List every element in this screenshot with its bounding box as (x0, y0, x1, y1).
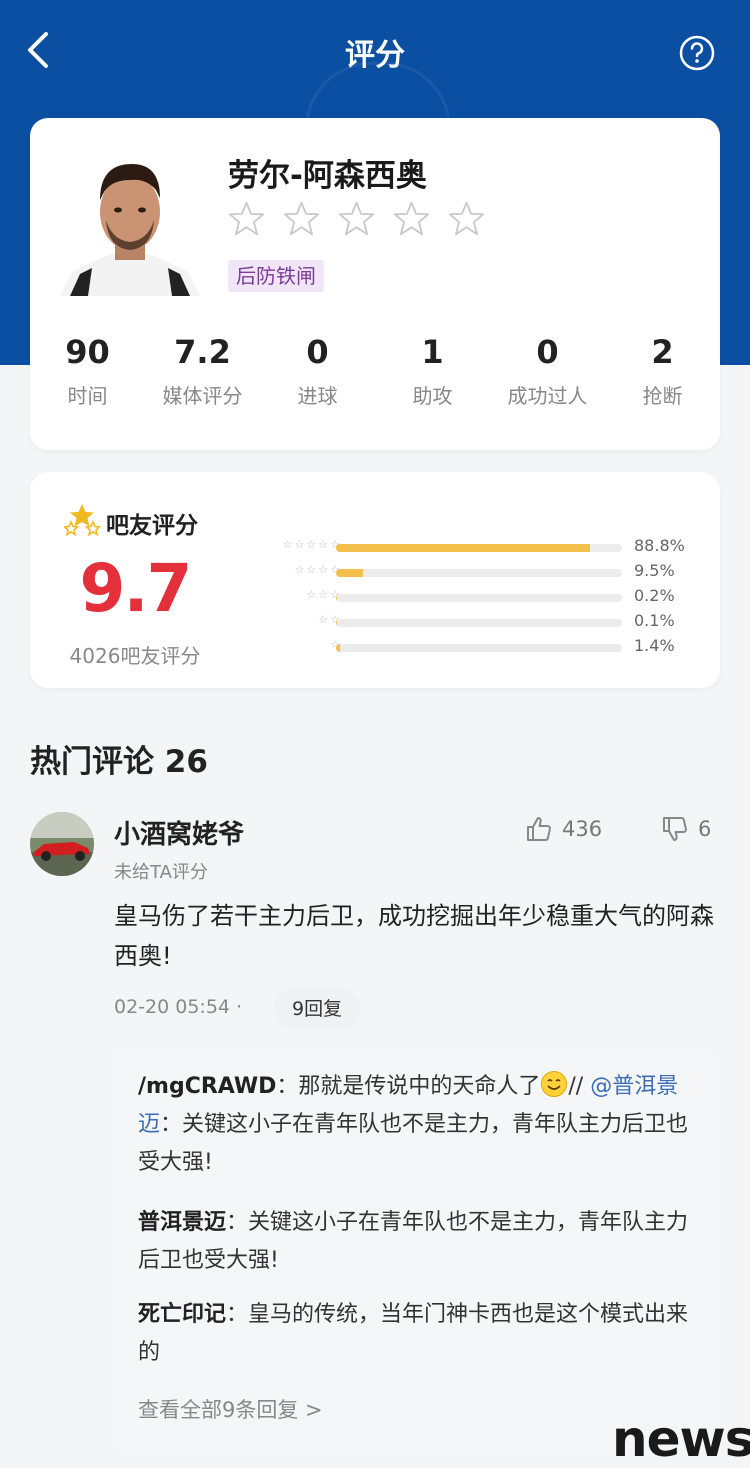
stat-time: 90 时间 (30, 330, 145, 409)
hot-comments-title: 热门评论 26 (30, 744, 208, 780)
rating-percent: 0.1% (634, 611, 675, 630)
rating-bar-fill (336, 644, 340, 652)
like-count: 436 (562, 817, 603, 841)
stat-value: 7.2 (174, 333, 231, 371)
star-icon[interactable] (283, 200, 320, 237)
rating-row-4: ☆☆☆☆ 9.5% (244, 561, 694, 585)
thumbs-down-icon (663, 817, 687, 841)
rating-percent: 88.8% (634, 536, 685, 555)
news-watermark: news (612, 1410, 750, 1468)
star-icon[interactable] (448, 200, 485, 237)
like-button[interactable]: 436 (524, 814, 602, 844)
stat-goals: 0 进球 (260, 330, 375, 409)
stat-label: 抢断 (642, 384, 683, 408)
star-icon[interactable] (393, 200, 430, 237)
thumbs-up-icon (527, 817, 551, 841)
stat-value: 90 (65, 333, 110, 371)
replies-box: /mgCRAWD：那就是传说中的天命人了// @普洱景迈：关键这小子在青年队也不… (114, 1048, 714, 1450)
grinning-face-emoji-icon (541, 1071, 568, 1097)
player-name: 劳尔-阿森西奥 (228, 158, 427, 194)
reply-username[interactable]: 死亡印记 (138, 1302, 226, 1327)
stat-label: 进球 (297, 384, 338, 408)
rating-percent: 9.5% (634, 561, 675, 580)
avatar[interactable] (30, 812, 94, 876)
rating-row-5: ☆☆☆☆☆ 88.8% (244, 536, 694, 560)
stars-badge-icon (64, 504, 100, 537)
comment-time: 02-20 05:54 · (114, 996, 243, 1018)
rating-percent: 0.2% (634, 586, 675, 605)
stat-label: 时间 (67, 384, 108, 408)
stat-value: 0 (306, 333, 329, 371)
rating-bar (336, 619, 622, 627)
rating-bar-fill (336, 569, 364, 577)
stat-media-rating: 7.2 媒体评分 (145, 330, 260, 409)
rating-stars[interactable] (228, 200, 485, 237)
comment-text: 皇马伤了若干主力后卫，成功挖掘出年少稳重大气的阿森西奥! (114, 902, 714, 970)
dislike-count: 6 (698, 817, 712, 841)
reply-item[interactable]: 普洱景迈：关键这小子在青年队也不是主力，青年队主力后卫也受大强! (138, 1204, 692, 1280)
rating-row-2: ☆☆ 0.1% (244, 611, 694, 635)
rating-bar (336, 569, 622, 577)
stat-assists: 1 助攻 (375, 330, 490, 409)
player-avatar (60, 150, 200, 296)
stat-label: 助攻 (412, 384, 453, 408)
reply-item[interactable]: 死亡印记：皇马的传统，当年门神卡西也是这个模式出来的 (138, 1296, 692, 1372)
rating-percent: 1.4% (634, 636, 675, 655)
reply-count-button[interactable]: 9回复 (274, 988, 361, 1030)
player-card: 劳尔-阿森西奥 后防铁闸 90 时间 7.2 媒体评分 0 进球 1 助攻 0 … (30, 118, 720, 450)
player-tag: 后防铁闸 (228, 260, 324, 292)
comment-rating-status: 未给TA评分 (114, 862, 208, 883)
stat-dribbles: 0 成功过人 (490, 330, 605, 409)
player-stats: 90 时间 7.2 媒体评分 0 进球 1 助攻 0 成功过人 2 抢断 (30, 330, 720, 409)
page-title: 评分 (345, 38, 405, 73)
reply-text: ：关键这小子在青年队也不是主力，青年队主力后卫也受大强! (138, 1112, 689, 1175)
reply-username[interactable]: 普洱景迈 (138, 1210, 226, 1235)
stat-tackles: 2 抢断 (605, 330, 720, 409)
rating-bar (336, 544, 622, 552)
star-level: ☆☆☆☆ (294, 563, 342, 576)
fan-rating-score: 9.7 (79, 550, 193, 627)
question-circle-icon (679, 35, 715, 71)
fan-rating-title: 吧友评分 (106, 513, 198, 539)
fan-rating-card: 吧友评分 9.7 4026吧友评分 ☆☆☆☆☆ 88.8% ☆☆☆☆ 9.5% … (30, 472, 720, 688)
stat-label: 成功过人 (507, 384, 588, 408)
star-icon[interactable] (338, 200, 375, 237)
stat-value: 1 (421, 333, 444, 371)
star-level: ☆☆☆☆☆ (282, 538, 342, 551)
reply-text: ：那就是传说中的天命人了 (276, 1074, 541, 1099)
rating-bar-fill (336, 544, 590, 552)
stat-value: 0 (536, 333, 559, 371)
rating-row-1: ☆ 1.4% (244, 636, 694, 660)
star-icon[interactable] (228, 200, 265, 237)
reply-username[interactable]: /mgCRAWD (138, 1074, 276, 1099)
dislike-button[interactable]: 6 (660, 814, 711, 844)
reply-item[interactable]: /mgCRAWD：那就是传说中的天命人了// @普洱景迈：关键这小子在青年队也不… (138, 1068, 692, 1182)
fan-rating-count: 4026吧友评分 (69, 644, 201, 668)
rating-row-3: ☆☆☆ 0.2% (244, 586, 694, 610)
rating-bar (336, 644, 622, 652)
help-button[interactable] (677, 33, 717, 73)
stat-value: 2 (651, 333, 674, 371)
stat-label: 媒体评分 (162, 384, 243, 408)
view-all-replies-link[interactable]: 查看全部9条回复 > (138, 1394, 323, 1424)
reply-text: // (568, 1074, 591, 1099)
comment-username[interactable]: 小酒窝姥爷 (114, 814, 244, 851)
rating-bar (336, 594, 622, 602)
